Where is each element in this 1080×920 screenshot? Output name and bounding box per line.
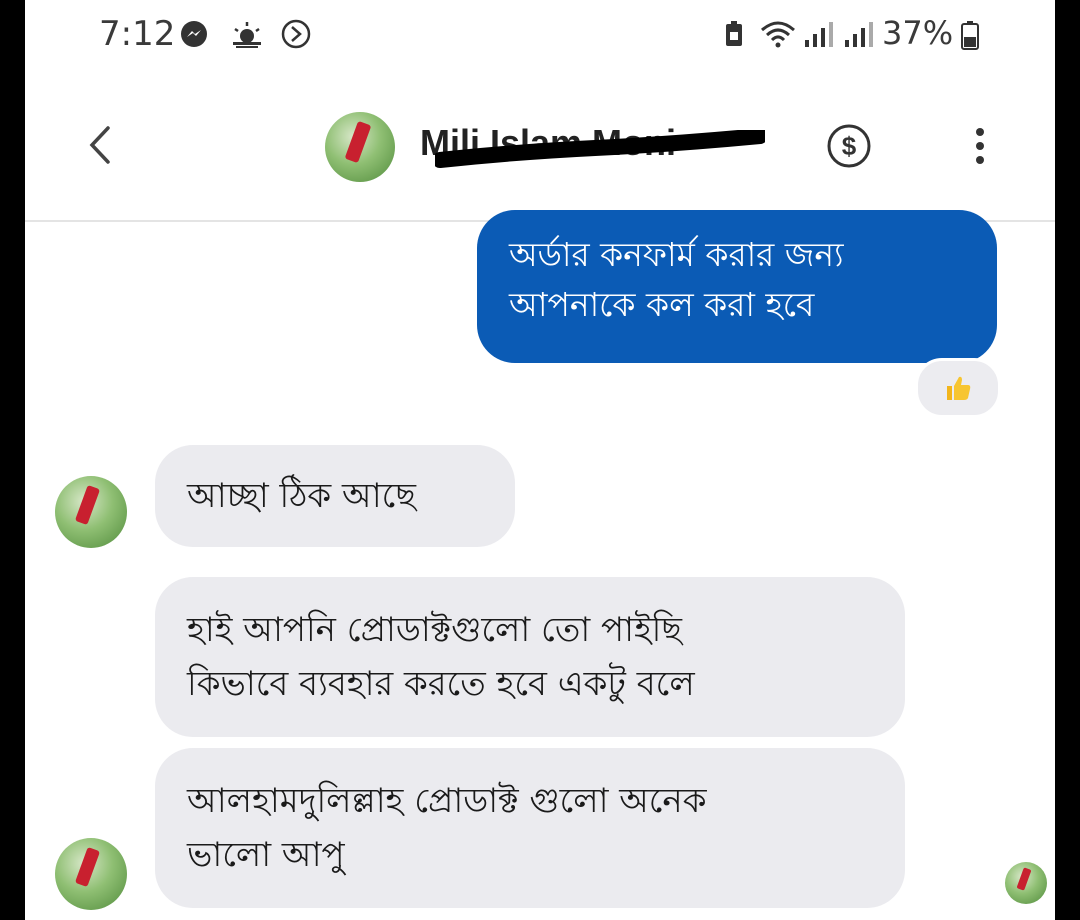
message-text-line: অর্ডার কনফার্ম করার জন্য (509, 235, 844, 274)
battery-saver-icon (723, 20, 745, 48)
back-icon[interactable] (80, 120, 120, 170)
contact-avatar-small[interactable] (55, 476, 127, 548)
signal-icon (843, 20, 875, 48)
incoming-message-bubble[interactable]: হাই আপনি প্রোডাক্টগুলো তো পাইছি কিভাবে ব… (155, 577, 905, 737)
weather-icon (230, 20, 264, 48)
incoming-message-bubble[interactable]: আচ্ছা ঠিক আছে (155, 445, 515, 547)
messenger-screen: 7:12 37% Mili Islam Moni $ অর্ডার কনফার্… (25, 0, 1055, 920)
contact-avatar-small[interactable] (55, 838, 127, 910)
seen-receipt-avatar (1005, 862, 1047, 904)
sync-icon (280, 18, 312, 50)
dollar-icon[interactable]: $ (825, 122, 873, 170)
more-options-icon[interactable] (965, 122, 995, 170)
wifi-icon (760, 20, 796, 48)
signal-icon (803, 20, 835, 48)
status-bar: 7:12 37% (25, 0, 1055, 75)
thumbs-up-reaction[interactable] (915, 358, 1001, 418)
message-text-line: আলহামদুলিল্লাহ প্রোডাক্ট গুলো অনেক (187, 781, 707, 821)
contact-avatar[interactable] (325, 112, 395, 182)
message-text-line: ভালো আপু (187, 835, 345, 875)
battery-level: 37% (882, 14, 954, 52)
message-text-line: হাই আপনি প্রোডাক্টগুলো তো পাইছি (187, 610, 682, 650)
incoming-message-bubble[interactable]: আলহামদুলিল্লাহ প্রোডাক্ট গুলো অনেক ভালো … (155, 748, 905, 908)
status-time: 7:12 (99, 14, 176, 54)
thumbs-up-icon (947, 376, 971, 400)
svg-text:$: $ (842, 131, 857, 161)
message-text-line: কিভাবে ব্যবহার করতে হবে একটু বলে (187, 664, 695, 704)
message-text-line: আপনাকে কল করা হবে (509, 285, 815, 324)
messenger-icon (180, 20, 208, 48)
redaction-scribble (432, 128, 768, 170)
battery-icon (960, 20, 980, 50)
conversation-header: Mili Islam Moni $ (25, 92, 1055, 222)
message-text-line: আচ্ছা ঠিক আছে (187, 476, 416, 516)
outgoing-message-bubble[interactable]: অর্ডার কনফার্ম করার জন্য আপনাকে কল করা হ… (477, 210, 997, 363)
